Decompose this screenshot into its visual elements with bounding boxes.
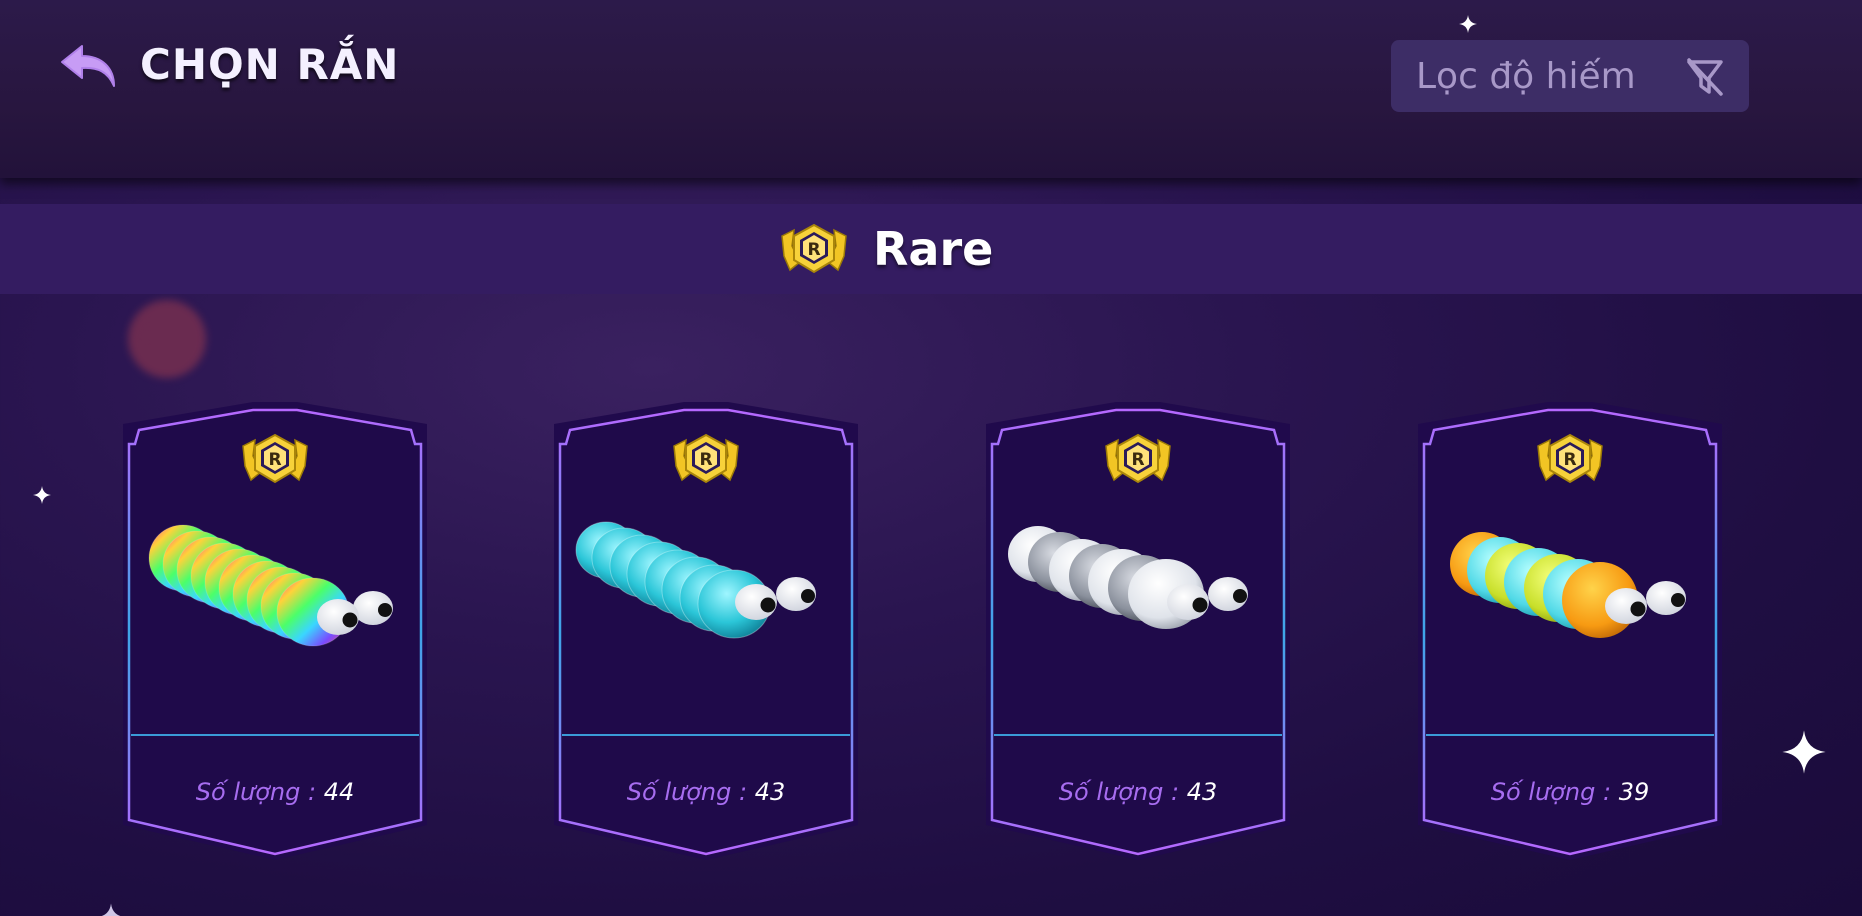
quantity-label: Số lượng : [1490,778,1612,806]
card-quantity: Số lượng : 43 [978,778,1298,806]
sparkle-icon [1459,15,1477,33]
page-title: CHỌN RẮN [140,40,400,89]
rare-badge-icon [778,220,850,280]
quantity-label: Số lượng : [1058,778,1180,806]
rare-badge-icon [1102,432,1174,488]
card-quantity: Số lượng : 43 [546,778,866,806]
rare-badge-icon [239,432,311,488]
card-quantity: Số lượng : 39 [1410,778,1730,806]
top-bar: CHỌN RẮN Lọc độ hiếm [0,0,1862,178]
filter-off-icon [1687,58,1723,96]
rare-badge-icon [670,432,742,488]
quantity-value: 39 [1618,778,1650,806]
quantity-value: 44 [323,778,355,806]
rare-badge-icon [1534,432,1606,488]
snake-card-grey-white[interactable]: Số lượng : 43 [978,400,1298,862]
quantity-label: Số lượng : [626,778,748,806]
back-button[interactable] [58,42,120,92]
snake-cyan-image [575,521,816,639]
snake-grey-white-image [1008,526,1248,629]
back-arrow-icon [61,45,115,87]
sparkle-icon [1782,730,1826,774]
quantity-value: 43 [754,778,786,806]
rarity-filter-button[interactable]: Lọc độ hiếm [1391,40,1749,112]
snake-citrus-image [1450,532,1686,638]
quantity-label: Số lượng : [195,778,317,806]
snake-card-rainbow[interactable]: Số lượng : 44 [115,400,435,862]
snake-rainbow-image [148,524,393,647]
card-quantity: Số lượng : 44 [115,778,435,806]
sparkle-icon [33,486,51,504]
snake-card-cyan[interactable]: Số lượng : 43 [546,400,866,862]
snake-card-citrus[interactable]: Số lượng : 39 [1410,400,1730,862]
sparkle-icon [101,903,121,916]
rarity-section-header: Rare [0,204,1862,294]
decor-red-orb [128,300,206,378]
rarity-title: Rare [873,222,994,276]
filter-label: Lọc độ hiếm [1416,56,1636,97]
quantity-value: 43 [1186,778,1218,806]
